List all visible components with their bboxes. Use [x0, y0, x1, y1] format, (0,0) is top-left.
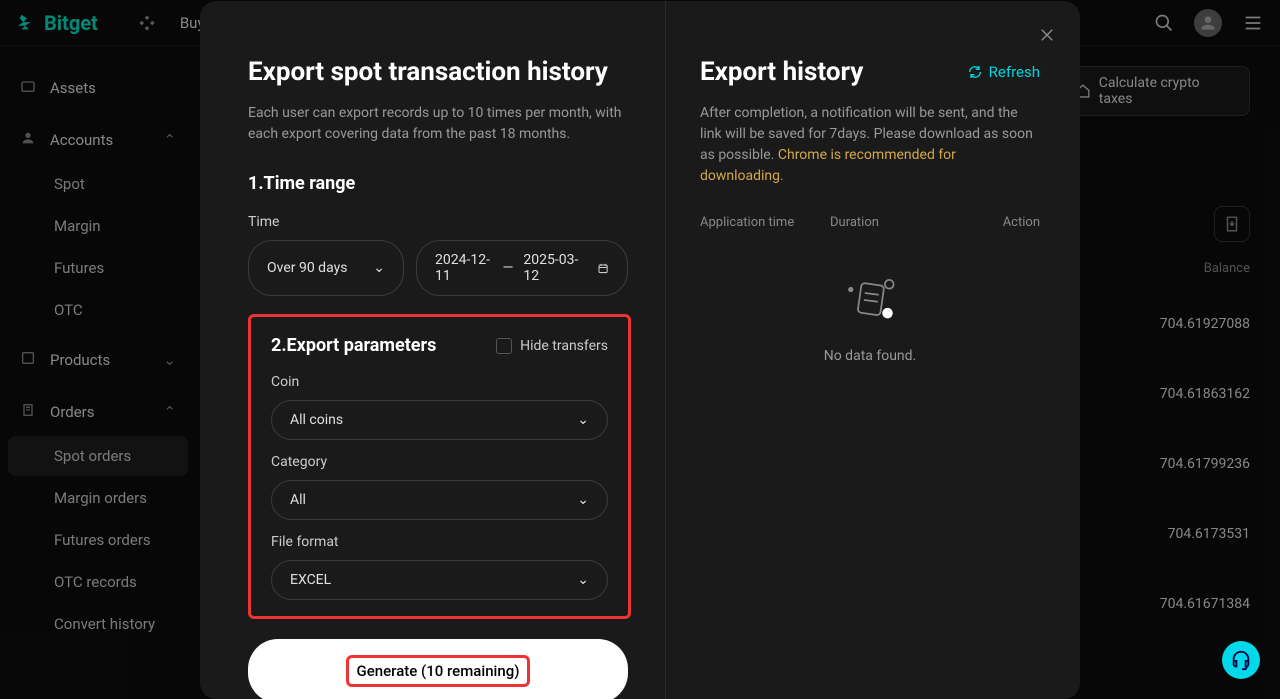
modal-right: Export history Refresh After completion,… — [666, 1, 1080, 699]
modal-desc: Each user can export records up to 10 ti… — [248, 103, 631, 145]
generate-button[interactable]: Generate (10 remaining) — [248, 639, 628, 699]
export-params-highlight: 2.Export parameters Hide transfers Coin … — [248, 314, 631, 619]
close-button[interactable] — [1038, 25, 1056, 49]
export-modal: Export spot transaction history Each use… — [200, 1, 1080, 699]
refresh-button[interactable]: Refresh — [967, 63, 1040, 81]
date-range-picker[interactable]: 2024-12-11 — 2025-03-12 — [416, 240, 628, 296]
export-history-desc: After completion, a notification will be… — [700, 103, 1040, 187]
category-label: Category — [271, 454, 608, 470]
refresh-icon — [967, 64, 983, 80]
checkbox-icon — [496, 338, 512, 354]
headset-icon — [1230, 649, 1252, 671]
support-button[interactable] — [1222, 641, 1260, 679]
modal-overlay: Export spot transaction history Each use… — [0, 0, 1280, 699]
coin-label: Coin — [271, 374, 608, 390]
modal-title: Export spot transaction history — [248, 57, 631, 87]
format-select[interactable]: EXCEL ⌄ — [271, 560, 608, 600]
chevron-down-icon: ⌄ — [577, 572, 589, 588]
chevron-down-icon: ⌄ — [577, 412, 589, 428]
format-label: File format — [271, 534, 608, 550]
generate-highlight: Generate (10 remaining) — [346, 655, 531, 687]
step2-title: 2.Export parameters — [271, 335, 436, 356]
chevron-down-icon: ⌄ — [373, 260, 385, 276]
close-icon — [1038, 26, 1056, 44]
col-duration: Duration — [830, 215, 950, 230]
time-label: Time — [248, 214, 631, 230]
chevron-down-icon: ⌄ — [577, 492, 589, 508]
time-preset-select[interactable]: Over 90 days ⌄ — [248, 240, 404, 296]
coin-select[interactable]: All coins ⌄ — [271, 400, 608, 440]
modal-left: Export spot transaction history Each use… — [200, 1, 666, 699]
history-table-header: Application time Duration Action — [700, 215, 1040, 230]
export-history-title: Export history — [700, 57, 863, 87]
hide-transfers-toggle[interactable]: Hide transfers — [496, 338, 608, 354]
calendar-icon — [597, 261, 609, 276]
step1-title: 1.Time range — [248, 173, 631, 194]
col-action: Action — [950, 215, 1040, 230]
category-select[interactable]: All ⌄ — [271, 480, 608, 520]
col-application-time: Application time — [700, 215, 830, 230]
empty-text: No data found. — [824, 348, 917, 364]
empty-icon — [835, 270, 905, 330]
empty-state: No data found. — [700, 270, 1040, 364]
